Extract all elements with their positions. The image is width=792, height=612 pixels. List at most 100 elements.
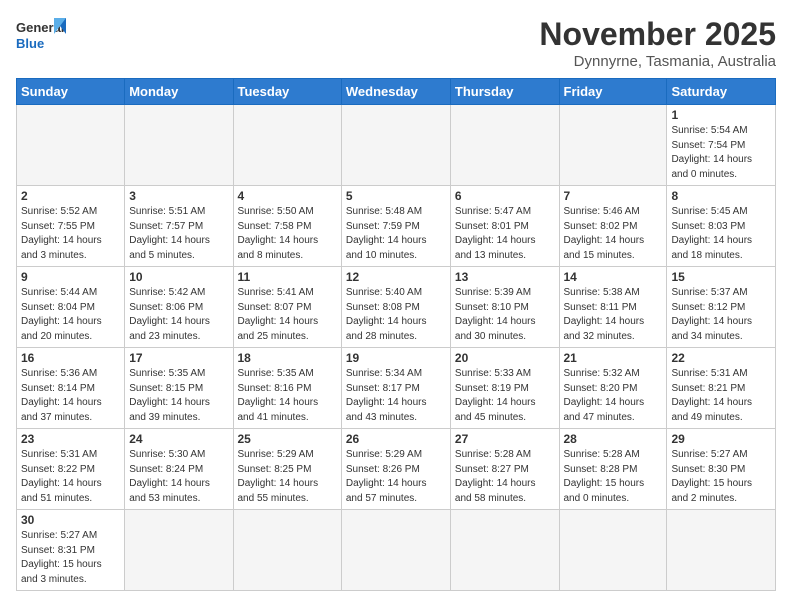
calendar-cell: 28 Sunrise: 5:28 AMSunset: 8:28 PMDayligh… bbox=[559, 429, 667, 510]
calendar-cell: 26 Sunrise: 5:29 AMSunset: 8:26 PMDayligh… bbox=[341, 429, 450, 510]
calendar-cell: 19Sunrise: 5:34 AMSunset: 8:17 PMDayligh… bbox=[341, 348, 450, 429]
calendar-week-row: 30Sunrise: 5:27 AMSunset: 8:31 PMDayligh… bbox=[17, 510, 776, 591]
page-header: General Blue November 2025 Dynnyrne, Tas… bbox=[16, 16, 776, 70]
calendar-cell: 2 Sunrise: 5:52 AMSunset: 7:55 PMDaylight… bbox=[17, 186, 125, 267]
day-info: Sunrise: 5:52 AMSunset: 7:55 PMDaylight:… bbox=[21, 205, 120, 263]
day-info: Sunrise: 5:35 AMSunset: 8:15 PMDaylight:… bbox=[129, 367, 228, 425]
day-number: 14 bbox=[564, 270, 663, 284]
title-block: November 2025 Dynnyrne, Tasmania, Austra… bbox=[539, 16, 776, 70]
calendar-cell: 25 Sunrise: 5:29 AMSunset: 8:25 PMDayligh… bbox=[233, 429, 341, 510]
logo-svg: General Blue bbox=[16, 16, 66, 58]
day-info: Sunrise: 5:45 AMSunset: 8:03 PMDaylight:… bbox=[671, 205, 771, 263]
weekday-header-thursday: Thursday bbox=[450, 79, 559, 105]
day-info: Sunrise: 5:54 AMSunset: 7:54 PMDaylight:… bbox=[671, 124, 771, 182]
day-info: Sunrise: 5:40 AMSunset: 8:08 PMDaylight:… bbox=[346, 286, 446, 344]
day-info: Sunrise: 5:31 AMSunset: 8:22 PMDaylight:… bbox=[21, 448, 120, 506]
day-number: 27 bbox=[455, 432, 555, 446]
day-number: 23 bbox=[21, 432, 120, 446]
day-number: 16 bbox=[21, 351, 120, 365]
day-info: Sunrise: 5:35 AMSunset: 8:16 PMDaylight:… bbox=[238, 367, 337, 425]
calendar-cell bbox=[559, 105, 667, 186]
calendar-cell bbox=[341, 510, 450, 591]
calendar-cell bbox=[559, 510, 667, 591]
day-info: Sunrise: 5:39 AMSunset: 8:10 PMDaylight:… bbox=[455, 286, 555, 344]
day-info: Sunrise: 5:29 AMSunset: 8:25 PMDaylight:… bbox=[238, 448, 337, 506]
day-number: 25 bbox=[238, 432, 337, 446]
calendar-cell: 10Sunrise: 5:42 AMSunset: 8:06 PMDayligh… bbox=[125, 267, 233, 348]
calendar-week-row: 2 Sunrise: 5:52 AMSunset: 7:55 PMDaylight… bbox=[17, 186, 776, 267]
day-info: Sunrise: 5:44 AMSunset: 8:04 PMDaylight:… bbox=[21, 286, 120, 344]
calendar-cell: 15Sunrise: 5:37 AMSunset: 8:12 PMDayligh… bbox=[667, 267, 776, 348]
day-number: 24 bbox=[129, 432, 228, 446]
day-number: 15 bbox=[671, 270, 771, 284]
calendar-cell bbox=[17, 105, 125, 186]
calendar-week-row: 16 Sunrise: 5:36 AMSunset: 8:14 PMDayligh… bbox=[17, 348, 776, 429]
day-number: 2 bbox=[21, 189, 120, 203]
day-info: Sunrise: 5:29 AMSunset: 8:26 PMDaylight:… bbox=[346, 448, 446, 506]
calendar-cell bbox=[125, 105, 233, 186]
calendar-cell: 23 Sunrise: 5:31 AMSunset: 8:22 PMDayligh… bbox=[17, 429, 125, 510]
calendar-cell: 1 Sunrise: 5:54 AMSunset: 7:54 PMDaylight… bbox=[667, 105, 776, 186]
day-info: Sunrise: 5:28 AMSunset: 8:28 PMDaylight:… bbox=[564, 448, 663, 506]
day-info: Sunrise: 5:36 AMSunset: 8:14 PMDaylight:… bbox=[21, 367, 120, 425]
day-info: Sunrise: 5:28 AMSunset: 8:27 PMDaylight:… bbox=[455, 448, 555, 506]
day-number: 9 bbox=[21, 270, 120, 284]
day-number: 3 bbox=[129, 189, 228, 203]
day-number: 18 bbox=[238, 351, 337, 365]
weekday-header-monday: Monday bbox=[125, 79, 233, 105]
calendar-cell: 16 Sunrise: 5:36 AMSunset: 8:14 PMDayligh… bbox=[17, 348, 125, 429]
calendar-table: SundayMondayTuesdayWednesdayThursdayFrid… bbox=[16, 78, 776, 591]
calendar-cell: 27 Sunrise: 5:28 AMSunset: 8:27 PMDayligh… bbox=[450, 429, 559, 510]
calendar-cell: 22Sunrise: 5:31 AMSunset: 8:21 PMDayligh… bbox=[667, 348, 776, 429]
calendar-cell bbox=[450, 105, 559, 186]
day-info: Sunrise: 5:31 AMSunset: 8:21 PMDaylight:… bbox=[671, 367, 771, 425]
calendar-week-row: 1 Sunrise: 5:54 AMSunset: 7:54 PMDaylight… bbox=[17, 105, 776, 186]
day-number: 29 bbox=[671, 432, 771, 446]
day-number: 11 bbox=[238, 270, 337, 284]
weekday-header-sunday: Sunday bbox=[17, 79, 125, 105]
day-info: Sunrise: 5:27 AMSunset: 8:30 PMDaylight:… bbox=[671, 448, 771, 506]
day-info: Sunrise: 5:51 AMSunset: 7:57 PMDaylight:… bbox=[129, 205, 228, 263]
day-number: 4 bbox=[238, 189, 337, 203]
calendar-cell: 20 Sunrise: 5:33 AMSunset: 8:19 PMDayligh… bbox=[450, 348, 559, 429]
calendar-week-row: 9 Sunrise: 5:44 AMSunset: 8:04 PMDaylight… bbox=[17, 267, 776, 348]
day-info: Sunrise: 5:32 AMSunset: 8:20 PMDaylight:… bbox=[564, 367, 663, 425]
day-info: Sunrise: 5:42 AMSunset: 8:06 PMDaylight:… bbox=[129, 286, 228, 344]
day-number: 19 bbox=[346, 351, 446, 365]
svg-text:Blue: Blue bbox=[16, 36, 44, 51]
day-number: 28 bbox=[564, 432, 663, 446]
day-info: Sunrise: 5:50 AMSunset: 7:58 PMDaylight:… bbox=[238, 205, 337, 263]
calendar-cell bbox=[341, 105, 450, 186]
calendar-cell bbox=[233, 105, 341, 186]
calendar-cell: 29 Sunrise: 5:27 AMSunset: 8:30 PMDayligh… bbox=[667, 429, 776, 510]
day-number: 17 bbox=[129, 351, 228, 365]
day-number: 21 bbox=[564, 351, 663, 365]
calendar-cell: 4 Sunrise: 5:50 AMSunset: 7:58 PMDaylight… bbox=[233, 186, 341, 267]
weekday-header-wednesday: Wednesday bbox=[341, 79, 450, 105]
calendar-cell: 24Sunrise: 5:30 AMSunset: 8:24 PMDayligh… bbox=[125, 429, 233, 510]
day-info: Sunrise: 5:33 AMSunset: 8:19 PMDaylight:… bbox=[455, 367, 555, 425]
calendar-cell: 8 Sunrise: 5:45 AMSunset: 8:03 PMDaylight… bbox=[667, 186, 776, 267]
weekday-header-tuesday: Tuesday bbox=[233, 79, 341, 105]
calendar-cell: 13 Sunrise: 5:39 AMSunset: 8:10 PMDayligh… bbox=[450, 267, 559, 348]
day-info: Sunrise: 5:47 AMSunset: 8:01 PMDaylight:… bbox=[455, 205, 555, 263]
day-number: 6 bbox=[455, 189, 555, 203]
calendar-cell: 3 Sunrise: 5:51 AMSunset: 7:57 PMDaylight… bbox=[125, 186, 233, 267]
day-info: Sunrise: 5:46 AMSunset: 8:02 PMDaylight:… bbox=[564, 205, 663, 263]
calendar-cell: 9 Sunrise: 5:44 AMSunset: 8:04 PMDaylight… bbox=[17, 267, 125, 348]
calendar-cell: 11Sunrise: 5:41 AMSunset: 8:07 PMDayligh… bbox=[233, 267, 341, 348]
calendar-cell: 7Sunrise: 5:46 AMSunset: 8:02 PMDaylight… bbox=[559, 186, 667, 267]
weekday-header-saturday: Saturday bbox=[667, 79, 776, 105]
day-number: 1 bbox=[671, 108, 771, 122]
calendar-cell: 6 Sunrise: 5:47 AMSunset: 8:01 PMDaylight… bbox=[450, 186, 559, 267]
day-number: 20 bbox=[455, 351, 555, 365]
logo: General Blue bbox=[16, 16, 66, 58]
month-title: November 2025 bbox=[539, 16, 776, 53]
calendar-cell bbox=[450, 510, 559, 591]
day-number: 13 bbox=[455, 270, 555, 284]
day-number: 26 bbox=[346, 432, 446, 446]
calendar-cell: 18 Sunrise: 5:35 AMSunset: 8:16 PMDayligh… bbox=[233, 348, 341, 429]
weekday-header-row: SundayMondayTuesdayWednesdayThursdayFrid… bbox=[17, 79, 776, 105]
day-info: Sunrise: 5:27 AMSunset: 8:31 PMDaylight:… bbox=[21, 529, 120, 587]
day-number: 8 bbox=[671, 189, 771, 203]
